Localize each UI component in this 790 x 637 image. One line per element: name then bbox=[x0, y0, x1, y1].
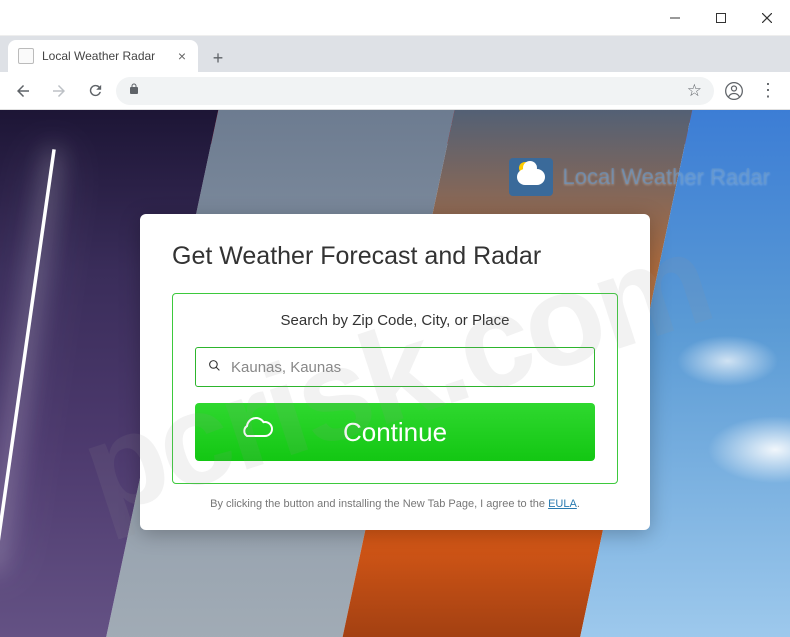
browser-menu-button[interactable]: ⋮ bbox=[754, 77, 782, 105]
card-title: Get Weather Forecast and Radar bbox=[172, 242, 618, 271]
eula-text: By clicking the button and installing th… bbox=[210, 498, 548, 510]
browser-tab[interactable]: Local Weather Radar × bbox=[8, 40, 198, 72]
brand-logo-icon bbox=[509, 158, 553, 196]
eula-link[interactable]: EULA bbox=[548, 498, 577, 510]
search-input-container bbox=[195, 347, 595, 387]
location-search-input[interactable] bbox=[231, 359, 582, 376]
window-maximize-button[interactable] bbox=[698, 3, 744, 33]
eula-period: . bbox=[577, 498, 580, 510]
continue-label: Continue bbox=[343, 417, 447, 448]
brand-name: Local Weather Radar bbox=[563, 164, 771, 190]
lock-icon bbox=[128, 83, 140, 98]
brand-header: Local Weather Radar bbox=[0, 158, 770, 196]
page-viewport: ! WEATHER ALERT! Track Severe Weather in… bbox=[0, 110, 790, 637]
bookmark-star-icon[interactable]: ☆ bbox=[687, 81, 702, 101]
window-minimize-button[interactable] bbox=[652, 3, 698, 33]
search-block: Search by Zip Code, City, or Place Conti… bbox=[172, 293, 618, 484]
nav-reload-button[interactable] bbox=[80, 76, 110, 106]
window-titlebar bbox=[0, 0, 790, 36]
address-bar[interactable]: ☆ bbox=[116, 77, 714, 105]
nav-back-button[interactable] bbox=[8, 76, 38, 106]
nav-forward-button[interactable] bbox=[44, 76, 74, 106]
tab-close-button[interactable]: × bbox=[178, 48, 186, 64]
profile-button[interactable] bbox=[720, 77, 748, 105]
tab-favicon bbox=[18, 48, 34, 64]
continue-button[interactable]: Continue bbox=[195, 403, 595, 461]
tab-title: Local Weather Radar bbox=[42, 49, 155, 63]
new-tab-button[interactable]: + bbox=[204, 44, 232, 72]
search-icon bbox=[208, 359, 221, 375]
weather-search-card: Get Weather Forecast and Radar Search by… bbox=[140, 214, 650, 530]
browser-tab-bar: Local Weather Radar × + bbox=[0, 36, 790, 72]
eula-disclaimer: By clicking the button and installing th… bbox=[172, 498, 618, 510]
cloud-icon bbox=[235, 416, 275, 449]
window-close-button[interactable] bbox=[744, 3, 790, 33]
search-label: Search by Zip Code, City, or Place bbox=[195, 312, 595, 329]
browser-toolbar: ☆ ⋮ bbox=[0, 72, 790, 110]
